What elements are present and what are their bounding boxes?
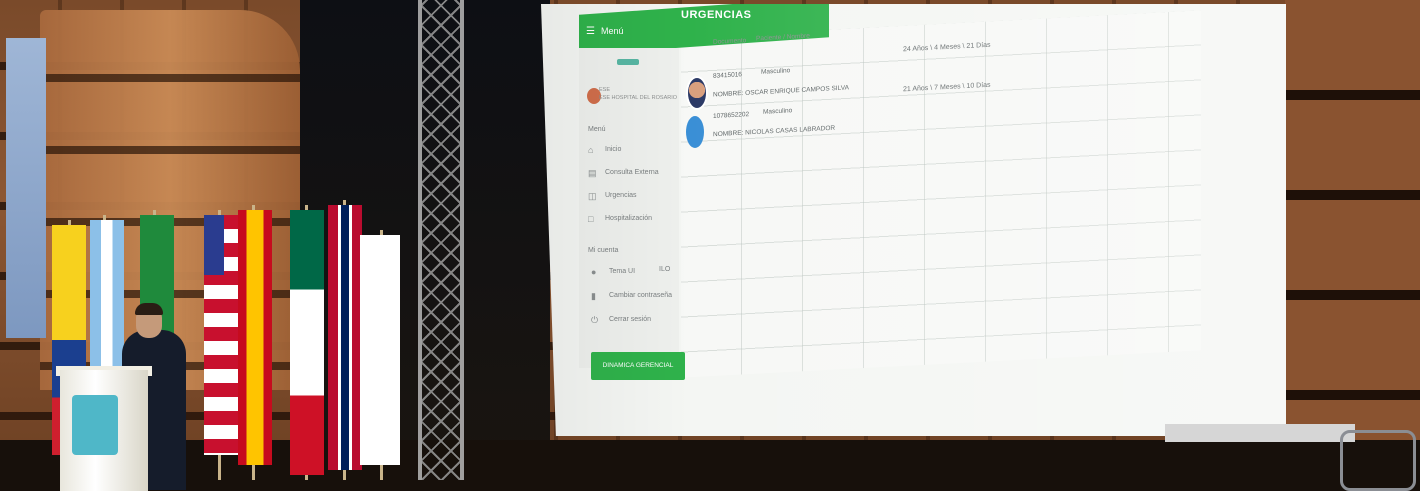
sidebar-item-urgencias[interactable]: Urgencias (605, 192, 637, 199)
dinamica-gerencial-button[interactable]: DINAMICA GERENCIAL (591, 352, 685, 380)
flag-spain (238, 210, 272, 465)
sidebar-item-tema[interactable]: Tema UI (609, 268, 635, 275)
menu-button[interactable]: Menú (601, 26, 624, 36)
file-icon: □ (588, 214, 594, 224)
sidebar-item-inicio[interactable]: Inicio (605, 146, 621, 153)
patient-photo (686, 76, 708, 110)
row-document: 83415016 (713, 71, 742, 80)
flag-usa-canton (204, 215, 224, 275)
user-icon: ● (591, 267, 597, 277)
speaker-hair (135, 303, 163, 315)
flag-argentina (90, 220, 124, 370)
flag-norway (328, 205, 362, 470)
podium-logo (72, 395, 118, 455)
chair (1340, 430, 1416, 491)
sidebar-item-hospitalizacion[interactable]: Hospitalización (605, 215, 652, 222)
brand-logo (617, 59, 639, 65)
org-line-2: ESE HOSPITAL DEL ROSARIO (599, 95, 678, 101)
hamburger-icon[interactable]: ☰ (586, 26, 595, 37)
lock-icon: ▮ (591, 291, 596, 301)
section-account-label: Mi cuenta (588, 247, 619, 254)
lighting-truss (418, 0, 464, 480)
power-icon: ⏻ (591, 315, 599, 325)
page-title: URGENCIAS (681, 9, 752, 21)
sidebar-item-cambiar-contrasena[interactable]: Cambiar contraseña (609, 292, 672, 299)
projection-screen: ☰ Menú URGENCIAS ESE ESE HOSPITAL DEL RO… (541, 4, 1286, 436)
flag-mexico (290, 210, 324, 475)
side-table (1165, 424, 1355, 442)
event-banner (6, 38, 46, 338)
theme-value: ILO (659, 266, 671, 273)
patient-avatar-icon (686, 116, 704, 148)
flag-white-organization (360, 235, 400, 465)
sidebar-item-consulta-externa[interactable]: Consulta Externa (605, 169, 659, 176)
org-line-1: ESE (599, 87, 611, 93)
organization-label: ESE ESE HOSPITAL DEL ROSARIO (599, 86, 679, 102)
hospital-icon: ◫ (588, 191, 597, 201)
sidebar-item-cerrar-sesion[interactable]: Cerrar sesión (609, 316, 651, 323)
patient-grid (681, 10, 1201, 378)
section-menu-label: Menú (588, 126, 606, 133)
document-icon: ▤ (588, 168, 597, 178)
right-wood-wall (1285, 0, 1420, 491)
home-icon: ⌂ (588, 145, 594, 155)
